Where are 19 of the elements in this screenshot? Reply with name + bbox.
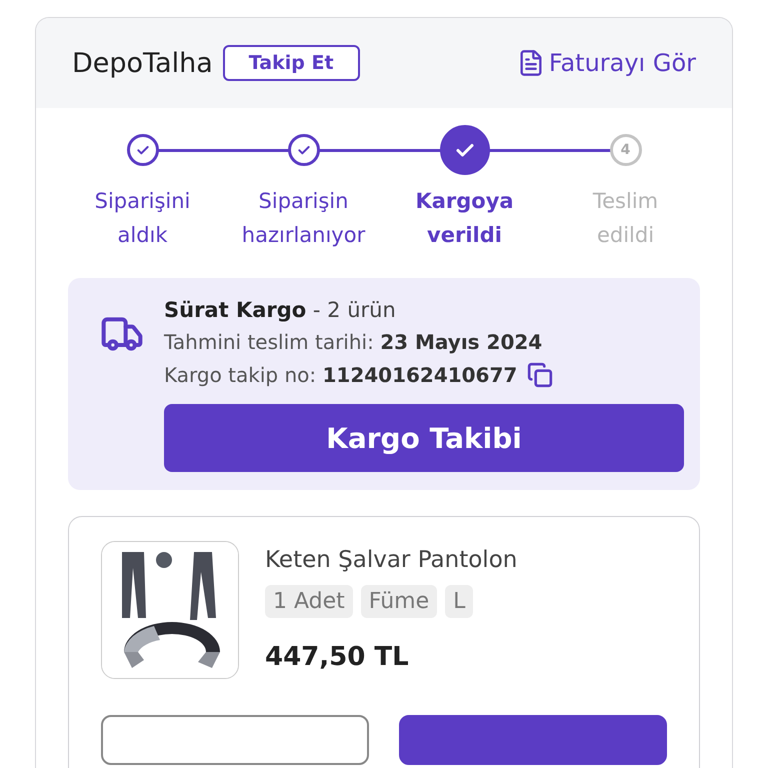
cargo-tracking-button[interactable]: Kargo Takibi [164, 404, 684, 472]
step-marker: 4 [610, 134, 642, 166]
product-tag: Füme [360, 585, 438, 618]
action-button[interactable] [101, 715, 369, 765]
invoice-link[interactable]: Faturayı Gör [516, 49, 696, 77]
delivery-date-line: Tahmini teslim tarihi: 23 Mayıs 2024 [164, 330, 544, 354]
store-name: DepoTalha [72, 48, 213, 78]
step-label: Siparişin hazırlanıyor [240, 188, 366, 249]
step-label: Kargoya verildi [414, 188, 515, 249]
tracking-number-line: Kargo takip no: 11240162410677 [164, 363, 518, 387]
step-label: Siparişini aldık [94, 188, 192, 249]
product-tag: L [445, 585, 474, 618]
carrier-line: Sürat Kargo - 2 ürün [164, 298, 397, 322]
product-name: Keten Şalvar Pantolon [265, 547, 518, 573]
copy-icon[interactable] [527, 362, 554, 388]
product-tag: 1 Adet [265, 585, 353, 618]
product-price: 447,50 TL [265, 642, 410, 672]
step-label: Teslim edildi [592, 188, 660, 249]
follow-button[interactable]: Takip Et [222, 45, 360, 81]
